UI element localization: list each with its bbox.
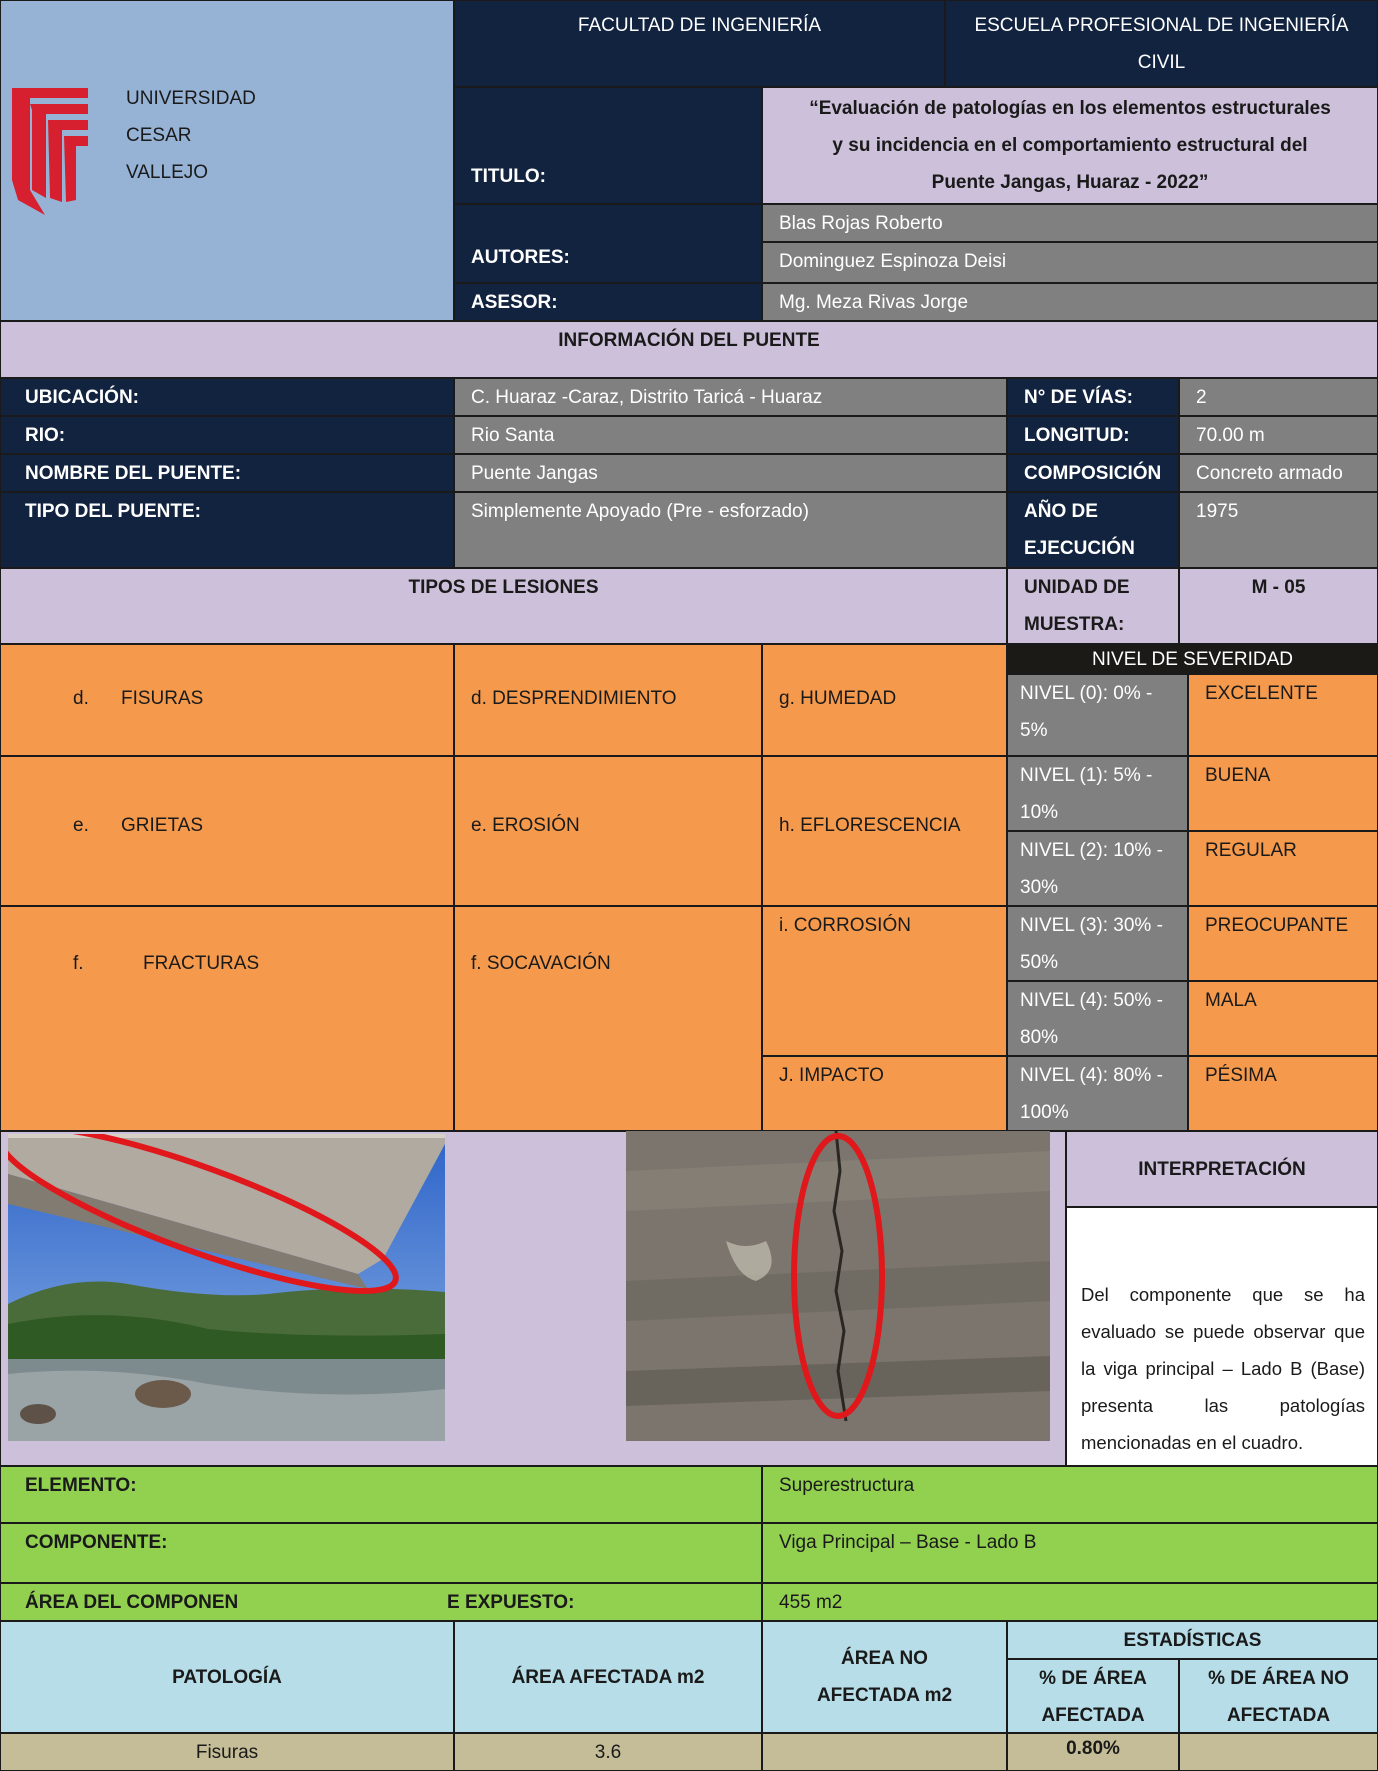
severity-level-5: NIVEL (4): 80% -100% [1007,1056,1188,1131]
faculty-cell: FACULTAD DE INGENIERÍA [454,0,945,87]
lesion-desprendimiento: d. DESPRENDIMIENTO [454,644,762,756]
bridge-type-value: Simplemente Apoyado (Pre - esforzado) [454,492,1007,568]
length-label: LONGITUD: [1007,416,1179,454]
element-value: Superestructura [762,1466,1378,1523]
author-2: Dominguez Espinoza Deisi [762,242,1378,283]
lesion-fracturas: f. FRACTURAS [0,906,454,1131]
col-pct-affected: % DE ÁREA AFECTADA [1007,1659,1179,1733]
river-label: RIO: [0,416,454,454]
component-label: COMPONENTE: [0,1523,762,1583]
table-row-not-affected [762,1733,1007,1771]
severity-rating-2: REGULAR [1188,831,1378,906]
severity-level-2: NIVEL (2): 10% -30% [1007,831,1188,906]
lesion-fisuras: d. FISURAS [0,644,454,756]
component-value: Viga Principal – Base - Lado B [762,1523,1378,1583]
composition-label: COMPOSICIÓN [1007,454,1179,492]
lesions-heading: TIPOS DE LESIONES [0,568,1007,644]
severity-level-0: NIVEL (0): 0% -5% [1007,674,1188,756]
area-label: ÁREA DEL COMPONEN E EXPUESTO: [0,1583,762,1621]
lesion-erosion: e. EROSIÓN [454,756,762,906]
school-cell: ESCUELA PROFESIONAL DE INGENIERÍA CIVIL [945,0,1378,87]
authors-label: AUTORES: [454,204,762,283]
lesion-eflorescencia: h. EFLORESCENCIA [762,756,1007,906]
table-row-pct-affected: 0.80% [1007,1733,1179,1771]
severity-rating-1: BUENA [1188,756,1378,831]
author-1: Blas Rojas Roberto [762,204,1378,242]
thesis-title: “Evaluación de patologías en los element… [762,87,1378,204]
area-value: 455 m2 [762,1583,1378,1621]
advisor-name: Mg. Meza Rivas Jorge [762,283,1378,321]
title-label: TITULO: [454,87,762,204]
lanes-label: N° DE VÍAS: [1007,378,1179,416]
element-label: ELEMENTO: [0,1466,762,1523]
severity-level-1: NIVEL (1): 5% -10% [1007,756,1188,831]
year-label: AÑO DE EJECUCIÓN [1007,492,1179,568]
location-value: C. Huaraz -Caraz, Distrito Taricá - Huar… [454,378,1007,416]
severity-level-3: NIVEL (3): 30% -50% [1007,906,1188,981]
stats-heading: ESTADÍSTICAS [1007,1621,1378,1659]
lesion-impacto: J. IMPACTO [762,1056,1007,1131]
bridge-photo [8,1134,445,1441]
col-affected-area: ÁREA AFECTADA m2 [454,1621,762,1733]
severity-rating-3: PREOCUPANTE [1188,906,1378,981]
unit-label: UNIDAD DE MUESTRA: [1007,568,1179,644]
col-pathology: PATOLOGÍA [0,1621,454,1733]
location-label: UBICACIÓN: [0,378,454,416]
col-pct-not-affected: % DE ÁREA NO AFECTADA [1179,1659,1378,1733]
severity-heading: NIVEL DE SEVERIDAD [1007,644,1378,674]
severity-level-4: NIVEL (4): 50% -80% [1007,981,1188,1056]
lesion-corrosion: i. CORROSIÓN [762,906,1007,1056]
lesion-grietas: e. GRIETAS [0,756,454,906]
severity-rating-0: EXCELENTE [1188,674,1378,756]
interpretation-heading: INTERPRETACIÓN [1066,1131,1378,1207]
university-name: UNIVERSIDAD CESAR VALLEJO [126,88,256,183]
composition-value: Concreto armado [1179,454,1378,492]
advisor-label: ASESOR: [454,283,762,321]
interpretation-text: Del componente que se ha evaluado se pue… [1066,1207,1378,1466]
bridge-type-label: TIPO DEL PUENTE: [0,492,454,568]
bridge-info-heading: INFORMACIÓN DEL PUENTE [0,321,1378,378]
lesion-socavacion: f. SOCAVACIÓN [454,906,762,1131]
unit-value: M - 05 [1179,568,1378,644]
bridge-name-value: Puente Jangas [454,454,1007,492]
col-not-affected-area: ÁREA NO AFECTADA m2 [762,1621,1007,1733]
severity-rating-5: PÉSIMA [1188,1056,1378,1131]
river-value: Rio Santa [454,416,1007,454]
lanes-value: 2 [1179,378,1378,416]
length-value: 70.00 m [1179,416,1378,454]
university-logo-icon [12,88,88,215]
table-row-pathology: Fisuras [0,1733,454,1771]
table-row-affected: 3.6 [454,1733,762,1771]
year-value: 1975 [1179,492,1378,568]
table-row-pct-not [1179,1733,1378,1771]
crack-photo [626,1131,1050,1441]
severity-rating-4: MALA [1188,981,1378,1056]
bridge-name-label: NOMBRE DEL PUENTE: [0,454,454,492]
lesion-humedad: g. HUMEDAD [762,644,1007,756]
